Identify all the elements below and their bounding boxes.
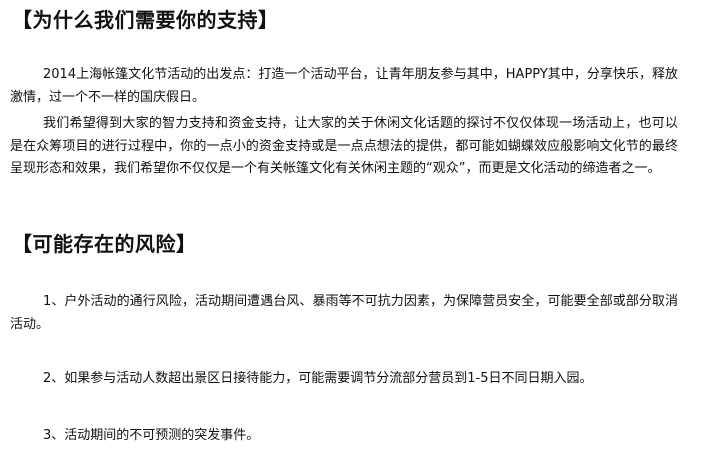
paragraph-festival-purpose: 2014上海帐篷文化节活动的出发点：打造一个活动平台，让青年朋友参与其中，HAP…	[10, 67, 678, 105]
paragraph-support-request: 我们希望得到大家的智力支持和资金支持，让大家的关于休闲文化话题的探讨不仅仅体现一…	[10, 116, 678, 176]
section-heading-risks: 【可能存在的风险】	[12, 232, 197, 256]
document-page: 【为什么我们需要你的支持】 2014上海帐篷文化节活动的出发点：打造一个活动平台…	[0, 0, 716, 462]
risk-item-weather: 1、户外活动的通行风险，活动期间遭遇台风、暴雨等不可抗力因素，为保障营员安全，可…	[10, 294, 678, 332]
risk-item-emergency: 3、活动期间的不可预测的突发事件。	[43, 428, 260, 443]
section-heading-why-support: 【为什么我们需要你的支持】	[12, 8, 279, 32]
risk-item-capacity: 2、如果参与活动人数超出景区日接待能力，可能需要调节分流部分营员到1-5日不同日…	[43, 371, 593, 386]
